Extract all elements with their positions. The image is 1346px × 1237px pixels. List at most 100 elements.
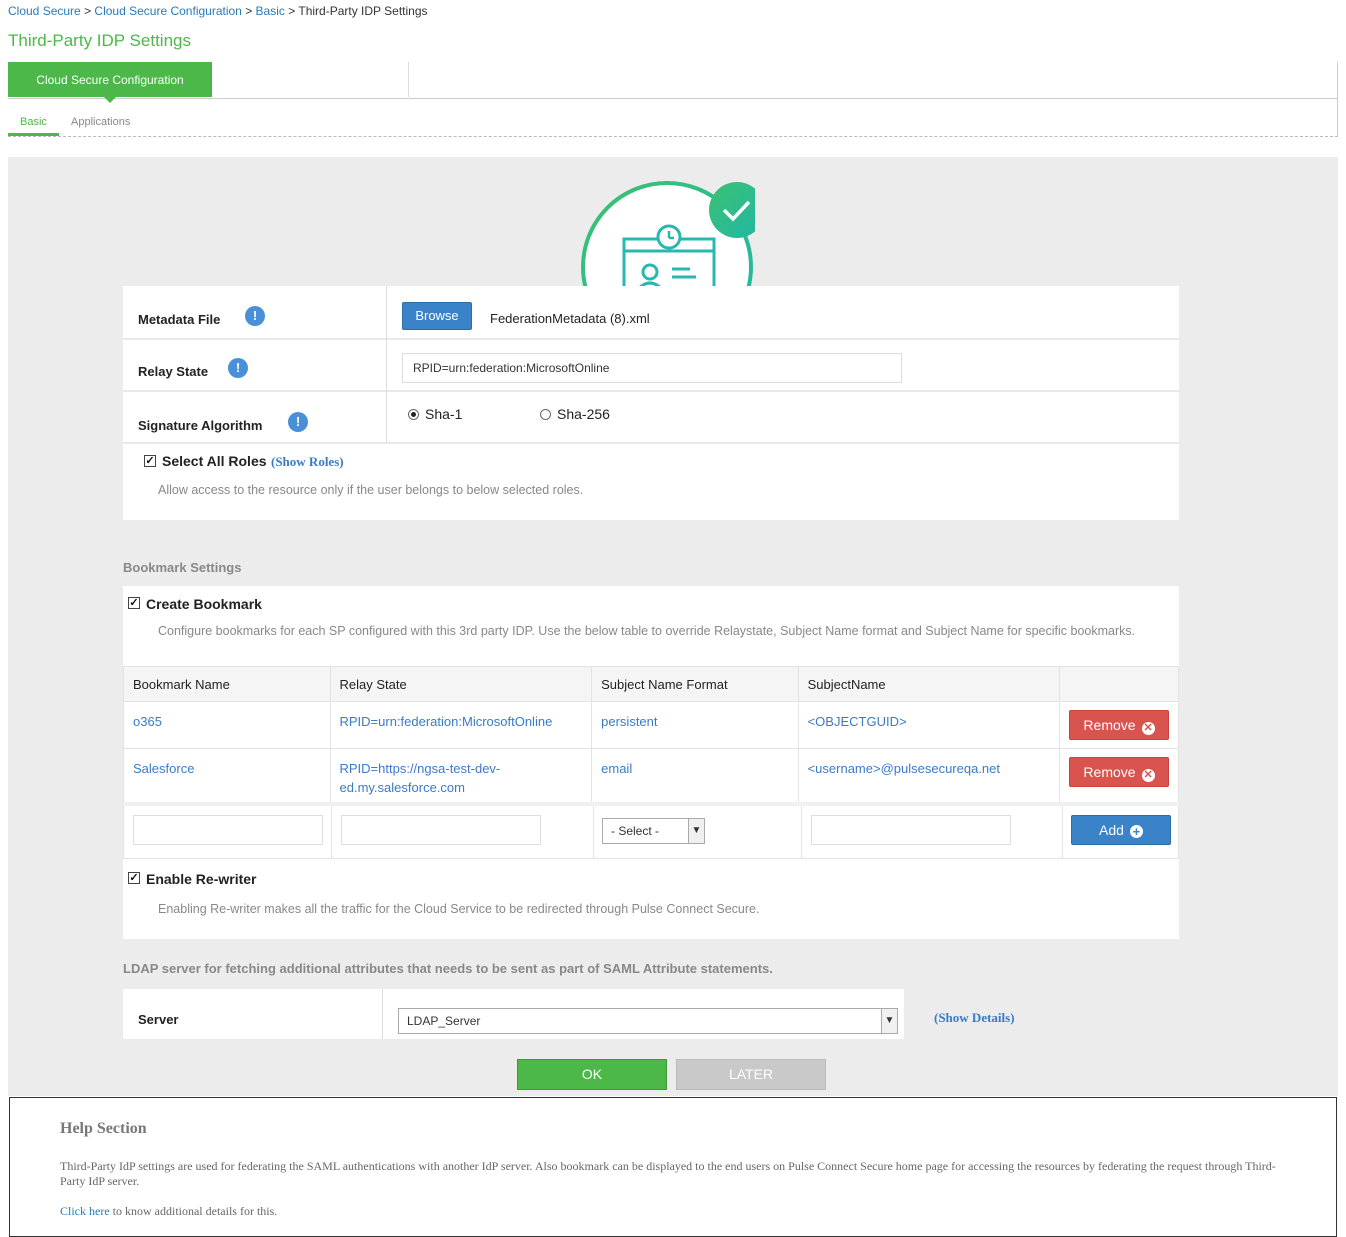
remove-button[interactable]: Remove ✕ bbox=[1069, 757, 1169, 787]
subject-format-select[interactable]: - Select - ▼ bbox=[602, 818, 705, 844]
idp-certificate-illustration bbox=[580, 179, 755, 289]
remove-button[interactable]: Remove ✕ bbox=[1069, 710, 1169, 740]
subject-name-cell[interactable]: <OBJECTGUID> bbox=[797, 701, 1061, 749]
tab-cloud-secure-configuration[interactable]: Cloud Secure Configuration bbox=[8, 62, 212, 103]
column-divider bbox=[382, 989, 383, 1039]
create-bookmark-description: Configure bookmarks for each SP configur… bbox=[158, 624, 1136, 638]
breadcrumb-current: Third-Party IDP Settings bbox=[298, 4, 428, 18]
help-link-row: Click here to know additional details fo… bbox=[60, 1204, 277, 1219]
relay-state-input[interactable]: RPID=urn:federation:MicrosoftOnline bbox=[402, 353, 902, 383]
main-panel: Metadata File ! Browse FederationMetadat… bbox=[8, 157, 1338, 1096]
tab-divider bbox=[408, 62, 409, 97]
column-divider bbox=[386, 338, 387, 390]
remove-icon: ✕ bbox=[1141, 722, 1155, 735]
table-row: o365 RPID=urn:federation:MicrosoftOnline… bbox=[123, 701, 1179, 749]
chevron-down-icon: ▼ bbox=[688, 819, 704, 843]
column-divider bbox=[386, 286, 387, 338]
breadcrumb-link-cloud-secure-configuration[interactable]: Cloud Secure Configuration bbox=[94, 4, 241, 18]
relay-state-cell[interactable]: RPID=https://ngsa-test-dev-ed.my.salesfo… bbox=[329, 748, 593, 805]
help-link-suffix: to know additional details for this. bbox=[112, 1204, 278, 1218]
remove-icon: ✕ bbox=[1141, 769, 1155, 782]
add-button[interactable]: Add + bbox=[1071, 815, 1171, 845]
bookmark-name-cell[interactable]: o365 bbox=[123, 701, 331, 749]
top-tabs: Cloud Secure Configuration bbox=[8, 62, 1338, 137]
sha256-radio[interactable] bbox=[540, 409, 551, 420]
relay-state-row: Relay State ! RPID=urn:federation:Micros… bbox=[123, 338, 1179, 392]
column-divider bbox=[386, 390, 387, 442]
subtab-applications[interactable]: Applications bbox=[71, 116, 130, 128]
new-bookmark-name-input[interactable] bbox=[133, 815, 323, 845]
page-title: Third-Party IDP Settings bbox=[8, 31, 191, 50]
chevron-down-icon: ▼ bbox=[881, 1009, 897, 1033]
select-all-roles-checkbox[interactable]: ✓ bbox=[144, 455, 156, 467]
ok-button[interactable]: OK bbox=[517, 1059, 667, 1090]
create-bookmark-checkbox[interactable]: ✓ bbox=[128, 597, 140, 609]
create-bookmark-label: Create Bookmark bbox=[146, 596, 262, 612]
signature-algorithm-label: Signature Algorithm bbox=[138, 418, 263, 433]
sha1-radio[interactable] bbox=[408, 409, 419, 420]
remove-label: Remove bbox=[1083, 717, 1136, 733]
show-details-link[interactable]: (Show Details) bbox=[934, 1010, 1015, 1026]
bookmark-card: ✓ Create Bookmark Configure bookmarks fo… bbox=[123, 586, 1179, 939]
subtab-active-indicator bbox=[8, 133, 59, 136]
relay-state-cell[interactable]: RPID=urn:federation:MicrosoftOnline bbox=[329, 701, 593, 749]
table-header-row: Bookmark Name Relay State Subject Name F… bbox=[123, 666, 1179, 702]
column-divider bbox=[801, 806, 802, 858]
subtab-basic[interactable]: Basic bbox=[20, 116, 47, 128]
metadata-row: Metadata File ! Browse FederationMetadat… bbox=[123, 286, 1179, 340]
info-icon[interactable]: ! bbox=[245, 306, 265, 326]
enable-rewriter-checkbox[interactable]: ✓ bbox=[128, 872, 140, 884]
add-label: Add bbox=[1099, 822, 1124, 838]
metadata-filename: FederationMetadata (8).xml bbox=[490, 311, 650, 326]
ldap-server-row: Server LDAP_Server ▼ bbox=[123, 989, 904, 1039]
info-icon[interactable]: ! bbox=[228, 358, 248, 378]
ldap-server-select-value: LDAP_Server bbox=[407, 1014, 481, 1028]
subject-format-select-value: - Select - bbox=[611, 824, 660, 838]
bookmark-settings-title: Bookmark Settings bbox=[123, 560, 242, 575]
new-subject-name-input[interactable] bbox=[811, 815, 1011, 845]
later-button[interactable]: LATER bbox=[676, 1059, 826, 1090]
column-divider bbox=[331, 806, 332, 858]
column-header: Subject Name Format bbox=[591, 666, 799, 702]
breadcrumb-link-cloud-secure[interactable]: Cloud Secure bbox=[8, 4, 81, 18]
breadcrumb-link-basic[interactable]: Basic bbox=[256, 4, 285, 18]
relay-state-label: Relay State bbox=[138, 364, 209, 379]
bookmark-name-cell[interactable]: Salesforce bbox=[123, 748, 331, 805]
bookmark-table: Bookmark Name Relay State Subject Name F… bbox=[123, 666, 1179, 805]
remove-label: Remove bbox=[1083, 764, 1136, 780]
sub-tabs: Basic Applications bbox=[8, 98, 1338, 137]
new-relay-state-input[interactable] bbox=[341, 815, 541, 845]
show-roles-link[interactable]: (Show Roles) bbox=[271, 454, 344, 470]
breadcrumb-separator: > bbox=[84, 4, 92, 18]
column-divider bbox=[1062, 806, 1063, 858]
ldap-section-title: LDAP server for fetching additional attr… bbox=[123, 961, 773, 976]
server-label: Server bbox=[138, 1012, 179, 1027]
ldap-server-select[interactable]: LDAP_Server ▼ bbox=[398, 1008, 898, 1034]
help-text: Third-Party IdP settings are used for fe… bbox=[60, 1159, 1276, 1188]
idp-form-card: Metadata File ! Browse FederationMetadat… bbox=[123, 286, 1179, 520]
rewriter-description: Enabling Re-writer makes all the traffic… bbox=[158, 902, 760, 916]
column-header: SubjectName bbox=[797, 666, 1061, 702]
column-header: Relay State bbox=[329, 666, 593, 702]
help-click-here-link[interactable]: Click here bbox=[60, 1204, 110, 1218]
breadcrumb-separator: > bbox=[245, 4, 253, 18]
subject-name-cell[interactable]: <username>@pulsesecureqa.net bbox=[797, 748, 1061, 805]
help-title: Help Section bbox=[60, 1120, 147, 1137]
help-section: Help Section Third-Party IdP settings ar… bbox=[9, 1097, 1337, 1237]
add-icon: + bbox=[1129, 825, 1143, 838]
table-row: Salesforce RPID=https://ngsa-test-dev-ed… bbox=[123, 748, 1179, 805]
metadata-label: Metadata File bbox=[138, 312, 221, 327]
column-divider bbox=[593, 806, 594, 858]
new-bookmark-row: - Select - ▼ Add + bbox=[123, 806, 1179, 859]
browse-button[interactable]: Browse bbox=[402, 302, 472, 330]
subject-format-cell[interactable]: persistent bbox=[591, 701, 799, 749]
info-icon[interactable]: ! bbox=[288, 412, 308, 432]
signature-algorithm-row: Signature Algorithm ! Sha-1 Sha-256 bbox=[123, 390, 1179, 444]
sha256-label: Sha-256 bbox=[557, 406, 610, 422]
subject-format-cell[interactable]: email bbox=[591, 748, 799, 805]
breadcrumb-separator: > bbox=[288, 4, 296, 18]
enable-rewriter-label: Enable Re-writer bbox=[146, 871, 257, 887]
sha1-label: Sha-1 bbox=[425, 406, 463, 422]
roles-description: Allow access to the resource only if the… bbox=[158, 483, 584, 497]
column-header-actions bbox=[1059, 666, 1179, 702]
